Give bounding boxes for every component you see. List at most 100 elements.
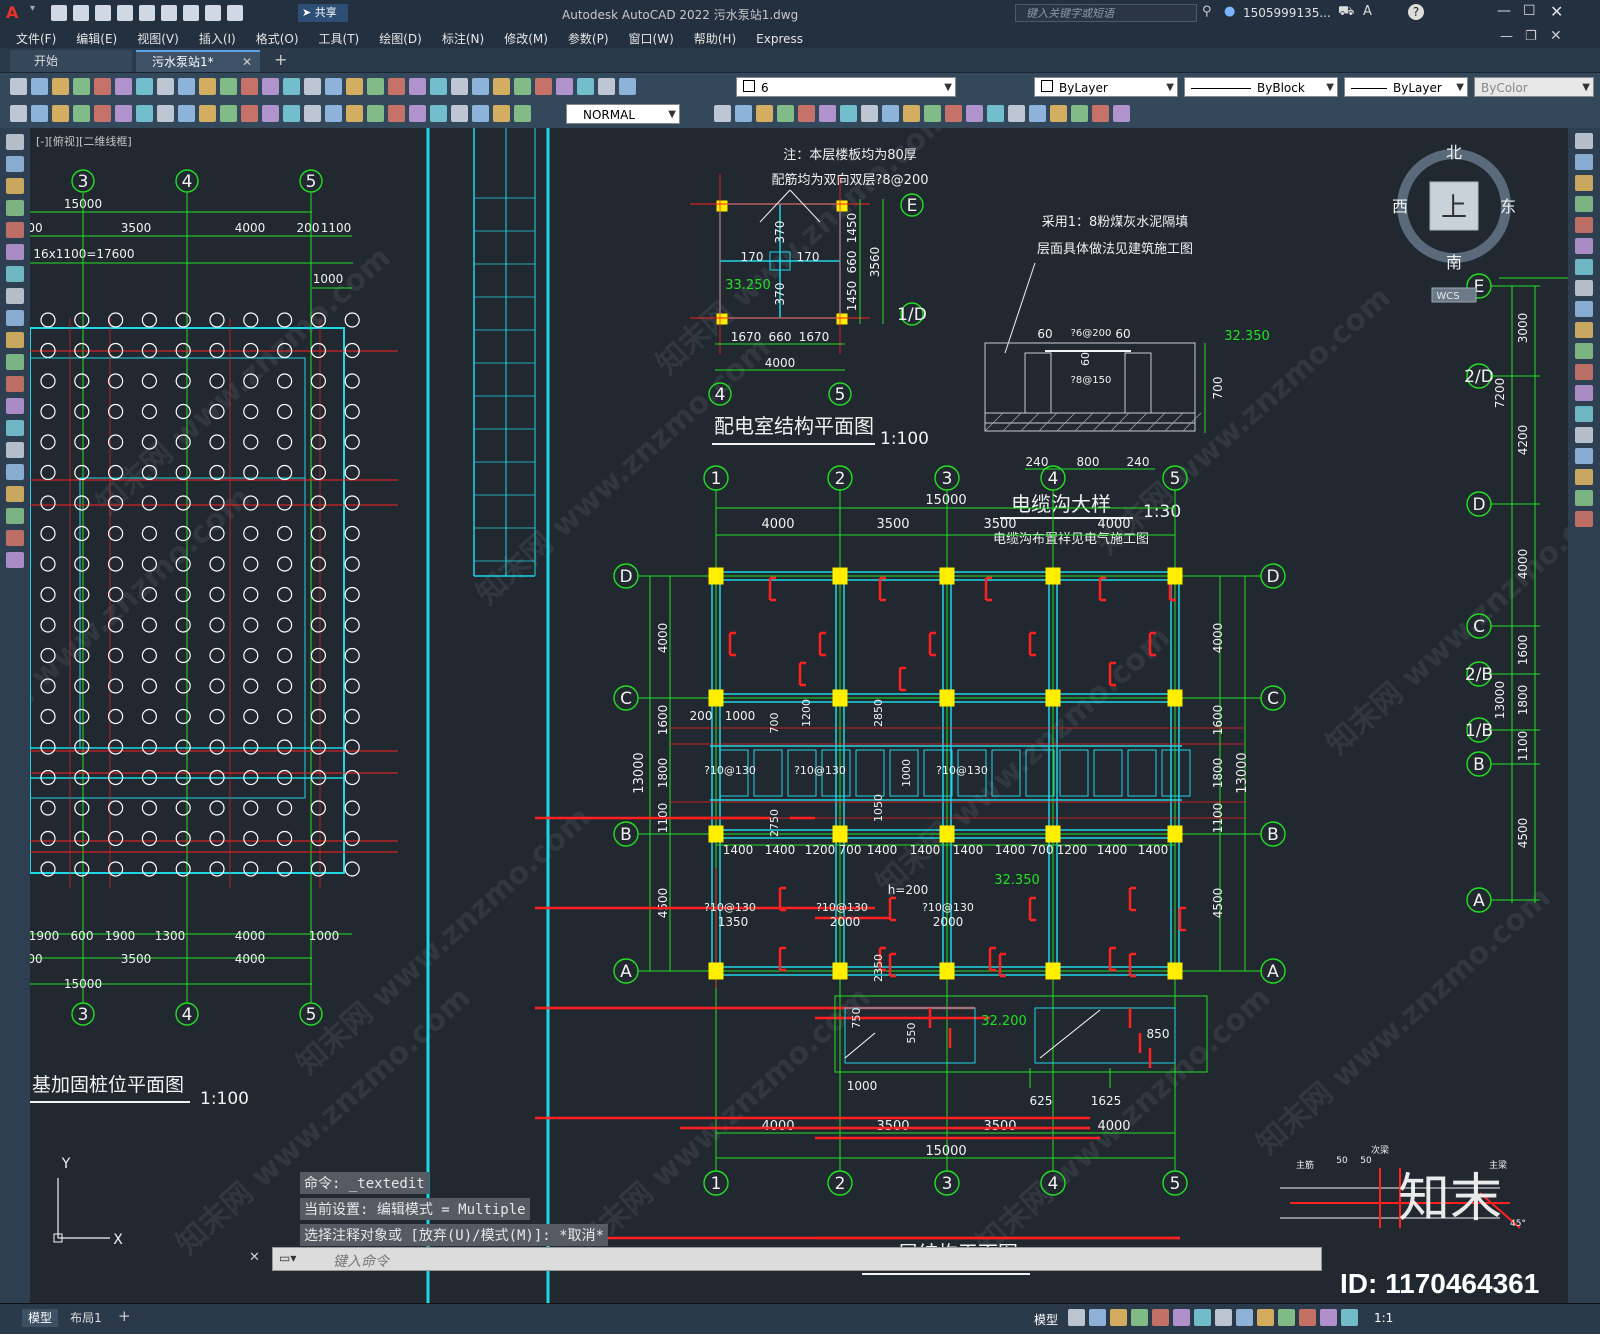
dimension-tool-icon[interactable]	[346, 105, 363, 122]
standard-tool-icon[interactable]	[199, 78, 216, 95]
status-tool-icon[interactable]	[1089, 1309, 1106, 1326]
cart-icon[interactable]: ⛟	[1338, 4, 1354, 21]
object-tool-icon[interactable]	[1071, 105, 1088, 122]
dimension-tool-icon[interactable]	[31, 105, 48, 122]
standard-tool-icon[interactable]	[493, 78, 510, 95]
standard-tool-icon[interactable]	[10, 78, 27, 95]
modify-tool-icon[interactable]	[1575, 469, 1593, 485]
viewport-controls[interactable]: [-][俯视][二维线框]	[36, 133, 132, 149]
draw-tool-icon[interactable]	[6, 376, 24, 392]
draw-tool-icon[interactable]	[6, 288, 24, 304]
menu-item[interactable]: 格式(O)	[246, 26, 309, 47]
standard-tool-icon[interactable]	[556, 78, 573, 95]
object-tool-icon[interactable]	[924, 105, 941, 122]
modify-tool-icon[interactable]	[1575, 490, 1593, 506]
drawing-canvas[interactable]: 知末网 www.znzmo.com 知末网 www.znzmo.com 知末网 ww…	[30, 128, 1568, 1303]
menu-item[interactable]: 修改(M)	[494, 26, 558, 47]
draw-tool-icon[interactable]	[6, 442, 24, 458]
layout-tab-model[interactable]: 模型	[22, 1309, 58, 1327]
lineweight-dropdown[interactable]: ByLayer ▼	[1344, 77, 1468, 97]
command-close-icon[interactable]: ✕	[249, 1250, 260, 1265]
plot-preview-icon[interactable]	[161, 5, 177, 21]
standard-tool-icon[interactable]	[283, 78, 300, 95]
draw-tool-icon[interactable]	[6, 552, 24, 568]
dimension-tool-icon[interactable]	[241, 105, 258, 122]
object-tool-icon[interactable]	[819, 105, 836, 122]
status-tool-icon[interactable]	[1152, 1309, 1169, 1326]
doc-restore-icon[interactable]: ❐	[1525, 29, 1537, 44]
standard-tool-icon[interactable]	[73, 78, 90, 95]
object-tool-icon[interactable]	[966, 105, 983, 122]
draw-tool-icon[interactable]	[6, 266, 24, 282]
modify-tool-icon[interactable]	[1575, 280, 1593, 296]
modify-tool-icon[interactable]	[1575, 259, 1593, 275]
dimension-tool-icon[interactable]	[178, 105, 195, 122]
modify-tool-icon[interactable]	[1575, 154, 1593, 170]
status-tool-icon[interactable]	[1110, 1309, 1127, 1326]
search-icon[interactable]: ⚲	[1202, 4, 1212, 19]
autocad-logo-icon[interactable]: A	[6, 3, 26, 23]
dimension-tool-icon[interactable]	[430, 105, 447, 122]
object-tool-icon[interactable]	[714, 105, 731, 122]
tab-drawing[interactable]: 污水泵站1* ✕	[136, 50, 260, 72]
modify-tool-icon[interactable]	[1575, 322, 1593, 338]
modify-tool-icon[interactable]	[1575, 196, 1593, 212]
standard-tool-icon[interactable]	[388, 78, 405, 95]
status-tool-icon[interactable]	[1257, 1309, 1274, 1326]
standard-tool-icon[interactable]	[577, 78, 594, 95]
redo-icon[interactable]	[227, 5, 243, 21]
draw-tool-icon[interactable]	[6, 530, 24, 546]
standard-tool-icon[interactable]	[619, 78, 636, 95]
maximize-icon[interactable]: ☐	[1523, 3, 1536, 19]
standard-tool-icon[interactable]	[451, 78, 468, 95]
standard-tool-icon[interactable]	[472, 78, 489, 95]
standard-tool-icon[interactable]	[262, 78, 279, 95]
standard-tool-icon[interactable]	[52, 78, 69, 95]
add-layout-icon[interactable]: +	[118, 1307, 131, 1325]
linetype-dropdown[interactable]: ByBlock ▼	[1184, 77, 1338, 97]
help-icon[interactable]: ?	[1408, 4, 1424, 20]
object-tool-icon[interactable]	[798, 105, 815, 122]
menu-item[interactable]: 插入(I)	[189, 26, 246, 47]
status-tool-icon[interactable]	[1215, 1309, 1232, 1326]
dimension-tool-icon[interactable]	[94, 105, 111, 122]
search-input[interactable]: 键入关键字或短语	[1015, 4, 1197, 22]
object-tool-icon[interactable]	[777, 105, 794, 122]
publish-icon[interactable]	[139, 5, 155, 21]
modify-tool-icon[interactable]	[1575, 364, 1593, 380]
standard-tool-icon[interactable]	[346, 78, 363, 95]
menu-item[interactable]: 绘图(D)	[369, 26, 432, 47]
draw-tool-icon[interactable]	[6, 354, 24, 370]
share-button[interactable]: ➤ 共享	[298, 4, 348, 22]
modify-tool-icon[interactable]	[1575, 448, 1593, 464]
draw-tool-icon[interactable]	[6, 134, 24, 150]
status-tool-icon[interactable]	[1320, 1309, 1337, 1326]
standard-tool-icon[interactable]	[430, 78, 447, 95]
standard-tool-icon[interactable]	[220, 78, 237, 95]
open-icon[interactable]	[73, 5, 89, 21]
object-tool-icon[interactable]	[903, 105, 920, 122]
dimension-tool-icon[interactable]	[367, 105, 384, 122]
status-tool-icon[interactable]	[1131, 1309, 1148, 1326]
modify-tool-icon[interactable]	[1575, 406, 1593, 422]
standard-tool-icon[interactable]	[514, 78, 531, 95]
dimension-tool-icon[interactable]	[409, 105, 426, 122]
dimension-tool-icon[interactable]	[115, 105, 132, 122]
doc-close-icon[interactable]: ✕	[1550, 28, 1562, 44]
textstyle-dropdown[interactable]: NORMAL ▼	[566, 104, 680, 124]
modify-tool-icon[interactable]	[1575, 511, 1593, 527]
standard-tool-icon[interactable]	[304, 78, 321, 95]
new-tab-icon[interactable]: +	[274, 50, 287, 69]
object-tool-icon[interactable]	[1008, 105, 1025, 122]
menu-item[interactable]: 视图(V)	[127, 26, 189, 47]
object-tool-icon[interactable]	[756, 105, 773, 122]
standard-tool-icon[interactable]	[94, 78, 111, 95]
annotation-scale[interactable]: 1:1	[1374, 1311, 1393, 1325]
object-tool-icon[interactable]	[735, 105, 752, 122]
menu-item[interactable]: 参数(P)	[558, 26, 619, 47]
undo-icon[interactable]	[205, 5, 221, 21]
status-tool-icon[interactable]	[1194, 1309, 1211, 1326]
standard-tool-icon[interactable]	[157, 78, 174, 95]
standard-tool-icon[interactable]	[136, 78, 153, 95]
minimize-icon[interactable]: —	[1497, 3, 1511, 19]
